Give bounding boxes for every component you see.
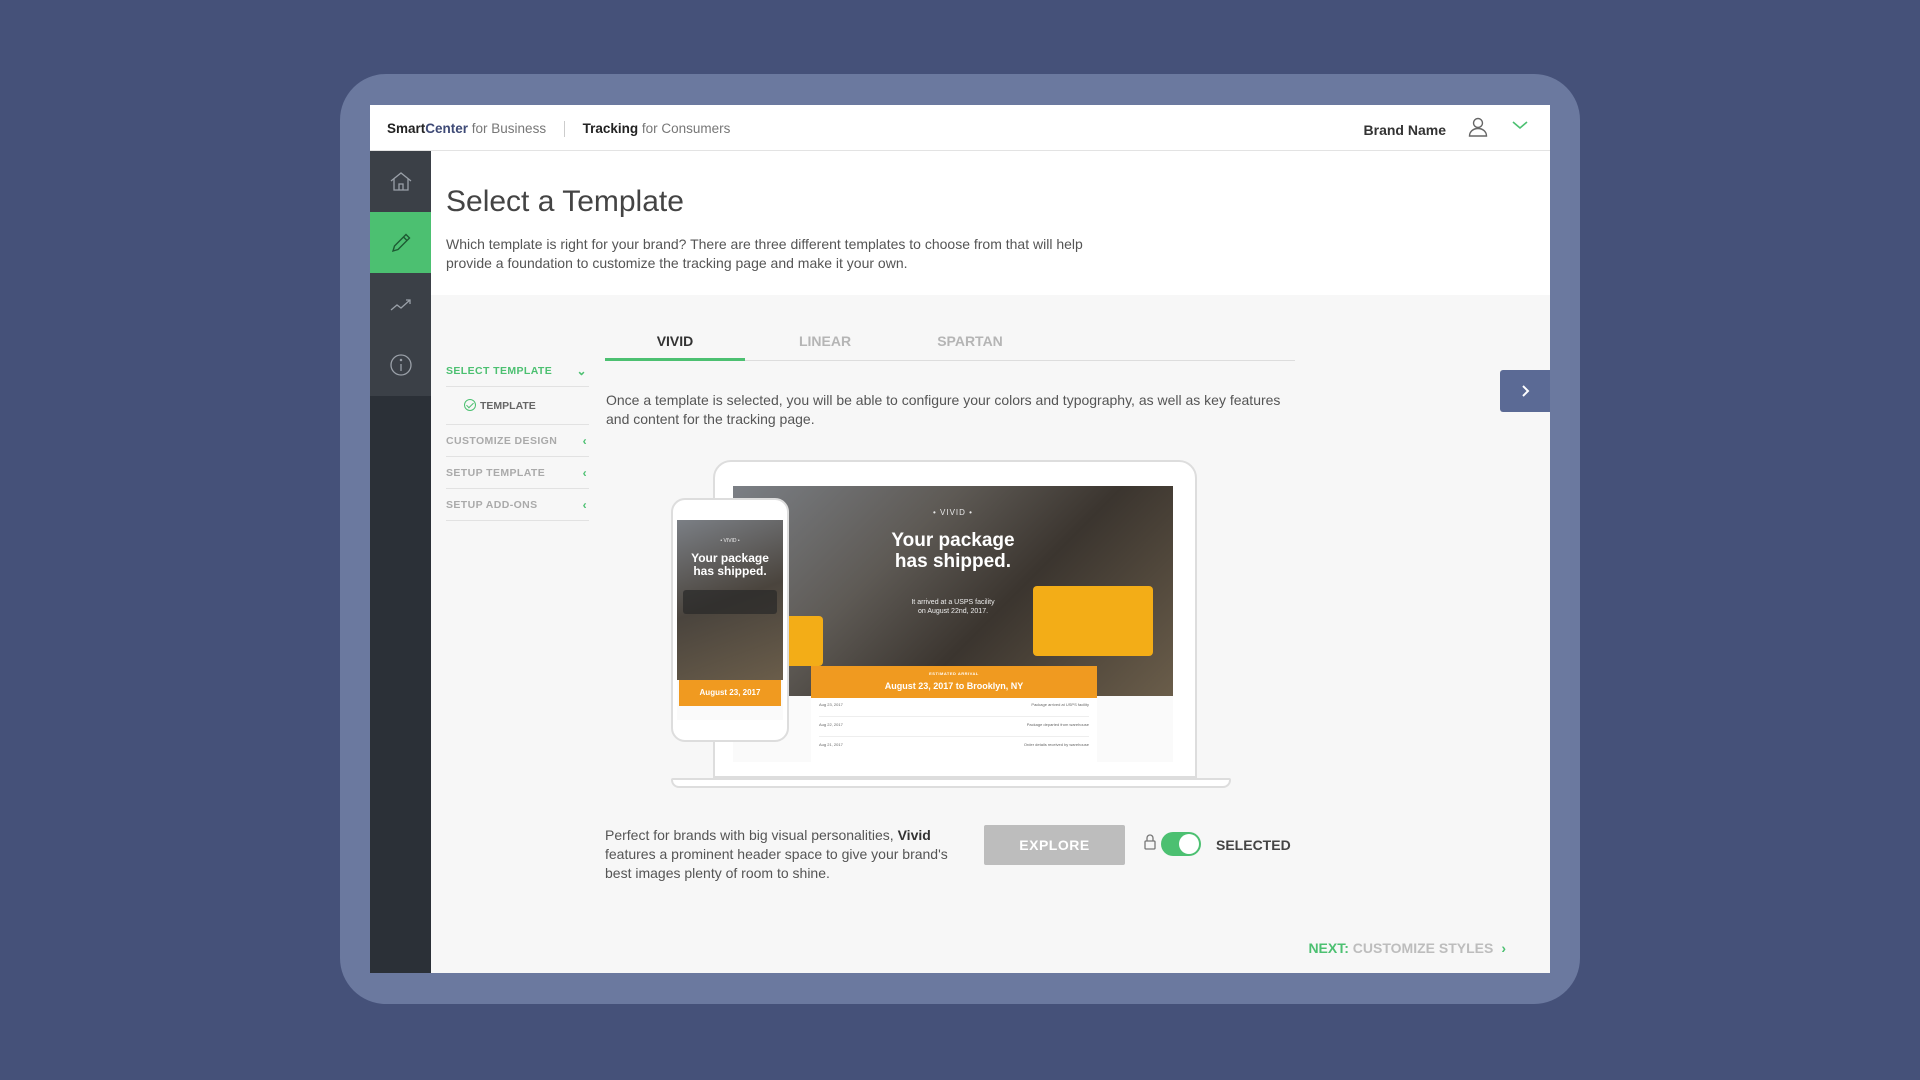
- laptop-base: [671, 778, 1231, 788]
- tracking-link[interactable]: Tracking for Consumers: [583, 121, 731, 136]
- smartcenter-suffix: for Business: [468, 121, 547, 136]
- app-screen: SmartCenter for Business Tracking for Co…: [370, 105, 1550, 973]
- chair-shape: [1033, 586, 1153, 656]
- status-line: on August 22nd, 2017.: [917, 608, 989, 615]
- check-circle-icon: [464, 399, 476, 412]
- step-setup-addons[interactable]: SETUP ADD-ONS ‹: [446, 489, 589, 521]
- brand-name[interactable]: Brand Name: [1364, 122, 1446, 138]
- next-customize-styles-link[interactable]: NEXT: CUSTOMIZE STYLES ›: [1308, 940, 1506, 956]
- sub-step-template[interactable]: TEMPLATE: [446, 387, 589, 425]
- phone-brand: • VIVID •: [720, 538, 740, 544]
- tracking-rows: Aug 23, 2017 Package arrived at USPS fac…: [811, 698, 1097, 762]
- step-label: SELECT TEMPLATE: [446, 365, 553, 377]
- preview-status: It arrived at a USPS facility on August …: [733, 598, 1173, 616]
- lock-icon: [1144, 834, 1156, 850]
- arrival-banner: ESTIMATED ARRIVAL August 23, 2017 to Bro…: [811, 666, 1097, 698]
- sub-step-label: TEMPLATE: [480, 400, 536, 412]
- step-label: SETUP ADD-ONS: [446, 499, 538, 511]
- headline-line: has shipped.: [894, 551, 1012, 572]
- chevron-right-icon: ›: [1501, 940, 1506, 956]
- phone-screen: • VIVID • Your package has shipped. Augu…: [677, 520, 783, 720]
- preview-brand: • VIVID •: [933, 508, 973, 517]
- row-divider: [819, 716, 1089, 717]
- row-event: Order details received by warehouse: [1023, 742, 1089, 747]
- phone-mockup: • VIVID • Your package has shipped. Augu…: [671, 498, 789, 742]
- status-line: It arrived at a USPS facility: [911, 599, 995, 606]
- page-title: Select a Template: [446, 185, 684, 218]
- headline-line: Your package: [891, 530, 1015, 551]
- hero-image: • VIVID • Your package has shipped. It a…: [733, 486, 1173, 696]
- sidebar: [370, 151, 431, 973]
- smartcenter-link[interactable]: SmartCenter for Business: [387, 121, 546, 136]
- page-description: Which template is right for your brand? …: [446, 236, 1083, 271]
- template-preview: • VIVID • Your package has shipped. It a…: [671, 460, 1241, 800]
- chevron-right-icon: [1522, 385, 1530, 397]
- row-date: Aug 23, 2017: [819, 702, 843, 707]
- selected-label: SELECTED: [1216, 837, 1291, 853]
- smartcenter-blue: Center: [425, 121, 469, 136]
- top-bar: SmartCenter for Business Tracking for Co…: [370, 105, 1550, 151]
- chevron-left-icon: ‹: [582, 498, 587, 512]
- tracking-bold: Tracking: [582, 121, 639, 136]
- row-event: Package departed from warehouse: [1026, 722, 1089, 727]
- step-select-template[interactable]: SELECT TEMPLATE ⌄: [446, 355, 589, 387]
- sidebar-item-analytics[interactable]: [370, 273, 431, 334]
- chevron-left-icon: ‹: [582, 434, 587, 448]
- analytics-icon: [390, 298, 411, 310]
- explore-button[interactable]: EXPLORE: [984, 825, 1125, 865]
- row-date: Aug 22, 2017: [819, 722, 843, 727]
- phone-hero-image: • VIVID • Your package has shipped.: [677, 520, 783, 680]
- toggle-knob: [1179, 834, 1199, 854]
- blurb-template-name: Vivid: [897, 827, 931, 843]
- chevron-down-icon[interactable]: [1510, 115, 1530, 135]
- phone-headline: Your package has shipped.: [677, 552, 783, 578]
- steps-nav: SELECT TEMPLATE ⌄ TEMPLATE CUSTOMIZE DES…: [446, 355, 589, 521]
- step-label: CUSTOMIZE DESIGN: [446, 435, 558, 447]
- smartcenter-bold: Smart: [387, 121, 426, 136]
- blurb-text: Perfect for brands with big visual perso…: [605, 827, 898, 843]
- template-blurb: Perfect for brands with big visual perso…: [605, 826, 965, 883]
- row-event: Package arrived at USPS facility: [1031, 702, 1089, 707]
- step-customize-design[interactable]: CUSTOMIZE DESIGN ‹: [446, 425, 589, 457]
- page-header: Select a Template Which template is righ…: [431, 151, 1550, 295]
- divider: [563, 121, 565, 138]
- pencil-icon: [391, 233, 410, 252]
- product-switcher: SmartCenter for Business Tracking for Co…: [387, 121, 731, 138]
- arrival-text: August 23, 2017 to Brooklyn, NY: [884, 681, 1024, 691]
- sidebar-item-info[interactable]: [370, 334, 431, 395]
- preview-headline: Your package has shipped.: [733, 530, 1173, 572]
- tab-spartan[interactable]: SPARTAN: [915, 333, 1025, 361]
- tab-vivid[interactable]: VIVID: [605, 333, 745, 361]
- laptop-screen: • VIVID • Your package has shipped. It a…: [733, 486, 1173, 762]
- sidebar-item-edit[interactable]: [370, 212, 431, 273]
- blurb-text: features a prominent header space to giv…: [605, 846, 948, 881]
- chevron-left-icon: ‹: [582, 466, 587, 480]
- sidebar-item-home[interactable]: [370, 151, 431, 212]
- phone-status-box: [683, 590, 777, 614]
- tracking-suffix: for Consumers: [638, 121, 731, 136]
- template-tabs: VIVID LINEAR SPARTAN: [605, 333, 1295, 361]
- selected-toggle[interactable]: [1161, 832, 1201, 856]
- template-description: Once a template is selected, you will be…: [606, 392, 1281, 427]
- user-icon[interactable]: [1466, 115, 1490, 139]
- chevron-down-icon: ⌄: [576, 364, 587, 378]
- tab-linear[interactable]: LINEAR: [775, 333, 875, 361]
- phone-arrival-banner: August 23, 2017: [679, 680, 781, 706]
- sidebar-nav: [370, 151, 431, 396]
- next-label: CUSTOMIZE STYLES: [1348, 940, 1494, 956]
- main-content: SELECT TEMPLATE ⌄ TEMPLATE CUSTOMIZE DES…: [431, 295, 1550, 973]
- home-icon: [390, 171, 411, 191]
- next-prefix: NEXT:: [1308, 940, 1349, 956]
- info-icon: [389, 353, 412, 376]
- row-date: Aug 21, 2017: [819, 742, 843, 747]
- next-template-button[interactable]: [1500, 370, 1550, 412]
- headline-line: has shipped.: [693, 564, 767, 578]
- row-divider: [819, 736, 1089, 737]
- step-label: SETUP TEMPLATE: [446, 467, 546, 479]
- arrival-label: ESTIMATED ARRIVAL: [929, 671, 979, 676]
- tablet-frame: SmartCenter for Business Tracking for Co…: [340, 74, 1580, 1004]
- step-setup-template[interactable]: SETUP TEMPLATE ‹: [446, 457, 589, 489]
